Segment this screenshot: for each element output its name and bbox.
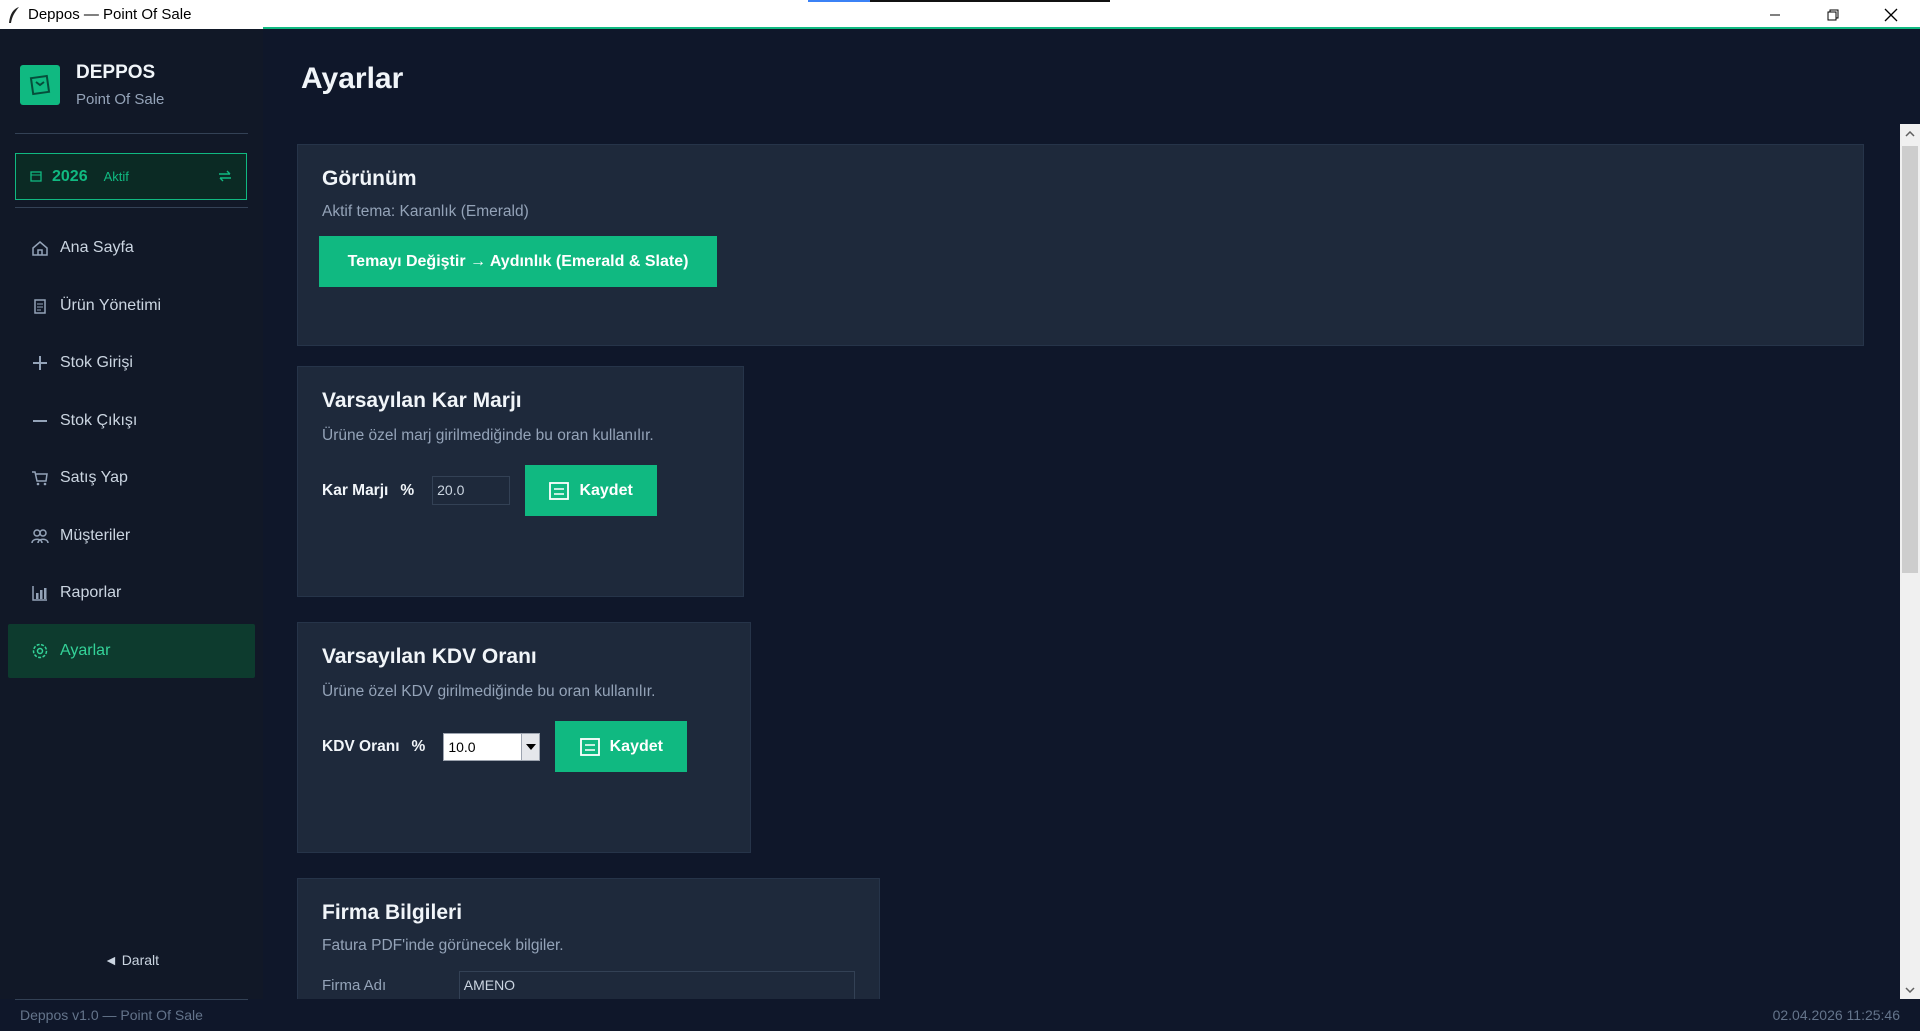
save-label: Kaydet — [579, 481, 633, 499]
minus-icon — [30, 411, 50, 431]
margin-label: Kar Marjı — [322, 481, 389, 499]
margin-desc: Ürüne özel marj girilmediğinde bu oran k… — [322, 427, 654, 444]
box-logo-icon — [20, 65, 60, 105]
sidebar-item-label: Stok Çıkışı — [60, 411, 138, 429]
footer-divider — [15, 999, 248, 1000]
minimize-icon — [1770, 14, 1780, 15]
appearance-card: Görünüm Aktif tema: Karanlık (Emerald) T… — [297, 144, 1864, 346]
close-icon — [1884, 8, 1898, 21]
company-title: Firma Bilgileri — [322, 901, 463, 924]
scrollbar-thumb[interactable] — [1902, 146, 1918, 573]
sidebar-item-satis-yap[interactable]: Satış Yap — [8, 451, 255, 505]
save-vat-button[interactable]: Kaydet — [555, 721, 688, 772]
restore-icon — [1827, 9, 1839, 20]
titlebar-marker-accent — [808, 0, 870, 2]
company-card: Firma Bilgileri Fatura PDF'inde görünece… — [297, 878, 880, 999]
sidebar-item-ana-sayfa[interactable]: Ana Sayfa — [8, 221, 255, 275]
collapse-sidebar-button[interactable]: ◄ Daralt — [0, 952, 263, 968]
chevron-down-icon[interactable] — [521, 733, 540, 760]
feather-icon — [4, 5, 24, 25]
page-title: Ayarlar — [301, 62, 404, 95]
sidebar-item-stok-girisi[interactable]: Stok Girişi — [8, 336, 255, 390]
save-label: Kaydet — [609, 737, 663, 755]
status-bar: Deppos v1.0 — Point Of Sale 02.04.2026 1… — [0, 999, 1920, 1031]
sidebar-item-label: Müşteriler — [60, 526, 131, 544]
save-icon — [579, 737, 600, 756]
save-icon — [549, 481, 570, 500]
users-icon — [30, 526, 50, 546]
cart-icon — [30, 468, 50, 488]
margin-unit: % — [400, 481, 415, 499]
company-name-label: Firma Adı — [322, 977, 387, 994]
scroll-down-icon[interactable] — [1900, 980, 1920, 999]
sidebar-item-label: Ana Sayfa — [60, 239, 134, 256]
window-title: Deppos — Point Of Sale — [28, 6, 192, 23]
plus-icon — [30, 353, 50, 373]
swap-icon[interactable] — [218, 167, 232, 186]
sidebar-item-stok-cikisi[interactable]: Stok Çıkışı — [8, 394, 255, 448]
sidebar-item-label: Raporlar — [60, 584, 122, 601]
sidebar-item-urun-yonetimi[interactable]: Ürün Yönetimi — [8, 279, 255, 333]
main-content: Ayarlar Görünüm Aktif tema: Karanlık (Em… — [263, 29, 1920, 999]
sidebar: DEPPOS Point Of Sale 2026 Aktif Ana Sayf… — [0, 29, 263, 999]
sidebar-nav: Ana Sayfa Ürün Yönetimi Stok Girişi Stok… — [8, 221, 255, 681]
margin-title: Varsayılan Kar Marjı — [322, 389, 522, 412]
sidebar-divider — [15, 207, 248, 208]
scroll-up-icon[interactable] — [1900, 124, 1920, 144]
year-value: 2026 — [52, 167, 88, 185]
home-icon — [30, 238, 50, 258]
footer-datetime: 02.04.2026 11:25:46 — [1772, 1007, 1900, 1023]
minimize-button[interactable] — [1746, 0, 1804, 29]
year-selector[interactable]: 2026 Aktif — [15, 153, 247, 200]
sidebar-item-label: Satış Yap — [60, 469, 128, 486]
vat-select[interactable]: 10.0 — [443, 732, 541, 761]
margin-input[interactable]: 20.0 — [432, 476, 511, 505]
year-status: Aktif — [103, 169, 129, 184]
vat-card: Varsayılan KDV Oranı Ürüne özel KDV giri… — [297, 622, 751, 853]
main-scrollbar[interactable] — [1900, 124, 1920, 999]
sidebar-item-ayarlar[interactable]: Ayarlar — [8, 623, 255, 678]
vat-unit: % — [411, 737, 426, 755]
appearance-desc: Aktif tema: Karanlık (Emerald) — [322, 203, 529, 220]
restore-button[interactable] — [1804, 0, 1862, 29]
sidebar-item-label: Ayarlar — [60, 641, 111, 659]
vat-desc: Ürüne özel KDV girilmediğinde bu oran ku… — [322, 683, 656, 700]
appearance-title: Görünüm — [322, 167, 417, 190]
brand: DEPPOS Point Of Sale — [20, 62, 164, 108]
sidebar-item-musteriler[interactable]: Müşteriler — [8, 509, 255, 563]
margin-card: Varsayılan Kar Marjı Ürüne özel marj gir… — [297, 366, 744, 597]
company-desc: Fatura PDF'inde görünecek bilgiler. — [322, 937, 564, 954]
brand-subtitle: Point Of Sale — [76, 91, 165, 108]
clipboard-icon — [30, 296, 50, 316]
sidebar-item-raporlar[interactable]: Raporlar — [8, 566, 255, 620]
vat-title: Varsayılan KDV Oranı — [322, 645, 537, 668]
calendar-icon — [30, 167, 42, 186]
close-button[interactable] — [1862, 0, 1920, 29]
window-titlebar: Deppos — Point Of Sale — [0, 0, 1920, 29]
sidebar-divider — [15, 133, 248, 134]
bar-chart-icon — [30, 583, 50, 603]
sidebar-item-label: Stok Girişi — [60, 354, 133, 371]
vat-label: KDV Oranı — [322, 737, 400, 755]
toggle-theme-button[interactable]: Temayı Değiştir → Aydınlık (Emerald & Sl… — [319, 236, 717, 287]
company-name-input[interactable]: AMENO — [458, 971, 855, 999]
save-margin-button[interactable]: Kaydet — [525, 465, 658, 516]
footer-version: Deppos v1.0 — Point Of Sale — [20, 1007, 203, 1023]
vat-select-value: 10.0 — [448, 738, 476, 755]
sidebar-item-label: Ürün Yönetimi — [60, 296, 162, 314]
brand-name: DEPPOS — [76, 62, 156, 83]
gear-icon — [30, 641, 50, 661]
